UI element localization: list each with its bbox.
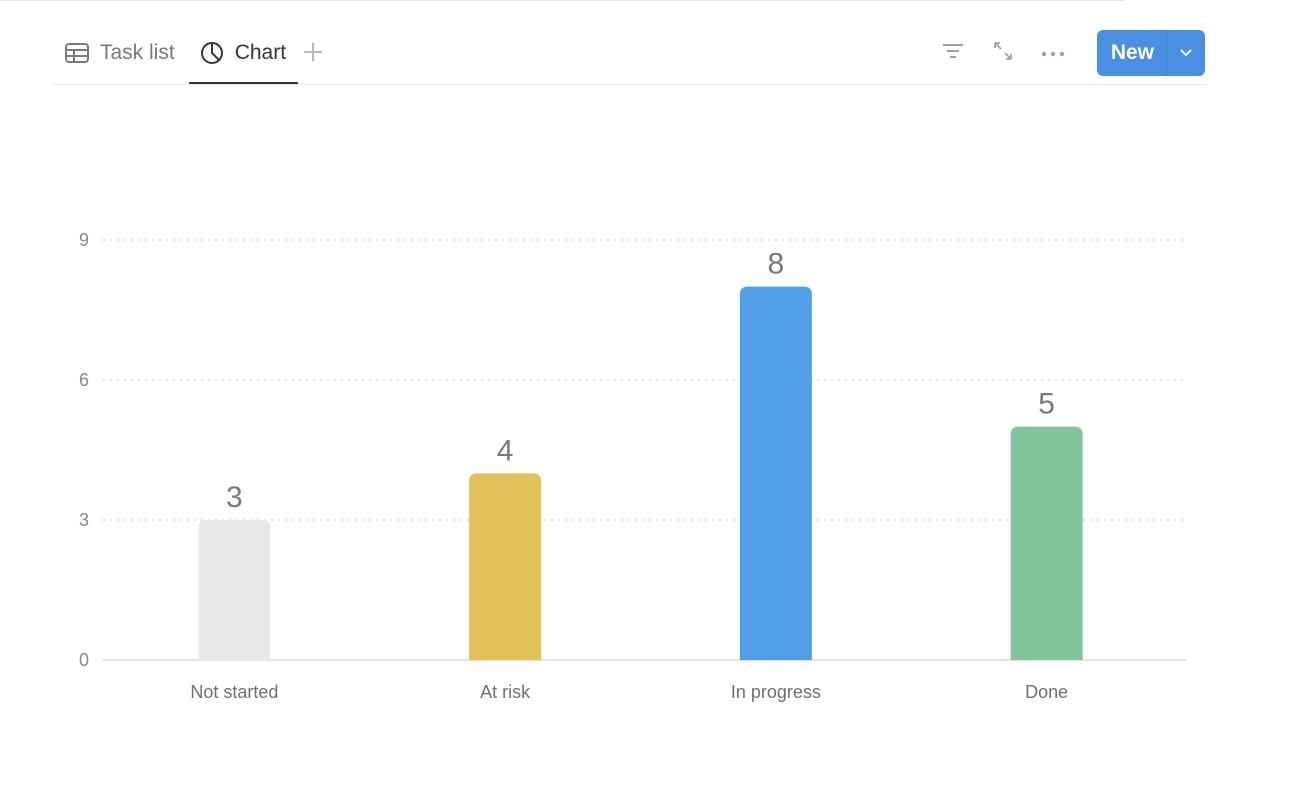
x-tick-label: Done — [1025, 682, 1068, 702]
y-tick-label: 0 — [79, 650, 89, 670]
x-tick-label: Not started — [190, 682, 278, 702]
bar[interactable] — [198, 520, 271, 660]
bar-chart: 0 3 6 9 3 Not started 4 At risk 8 In progress 5 Do… — [79, 230, 1186, 702]
data-label: 8 — [768, 248, 785, 281]
bar[interactable] — [739, 286, 812, 660]
data-label: 4 — [497, 434, 514, 467]
y-tick-label: 6 — [79, 370, 89, 390]
y-tick-label: 3 — [79, 510, 89, 530]
bar[interactable] — [1010, 426, 1083, 660]
y-tick-label: 9 — [79, 230, 89, 250]
data-label: 3 — [226, 481, 243, 514]
data-label: 5 — [1038, 388, 1055, 421]
bar[interactable] — [469, 473, 542, 660]
x-tick-label: At risk — [480, 682, 531, 702]
x-tick-label: In progress — [731, 682, 821, 702]
